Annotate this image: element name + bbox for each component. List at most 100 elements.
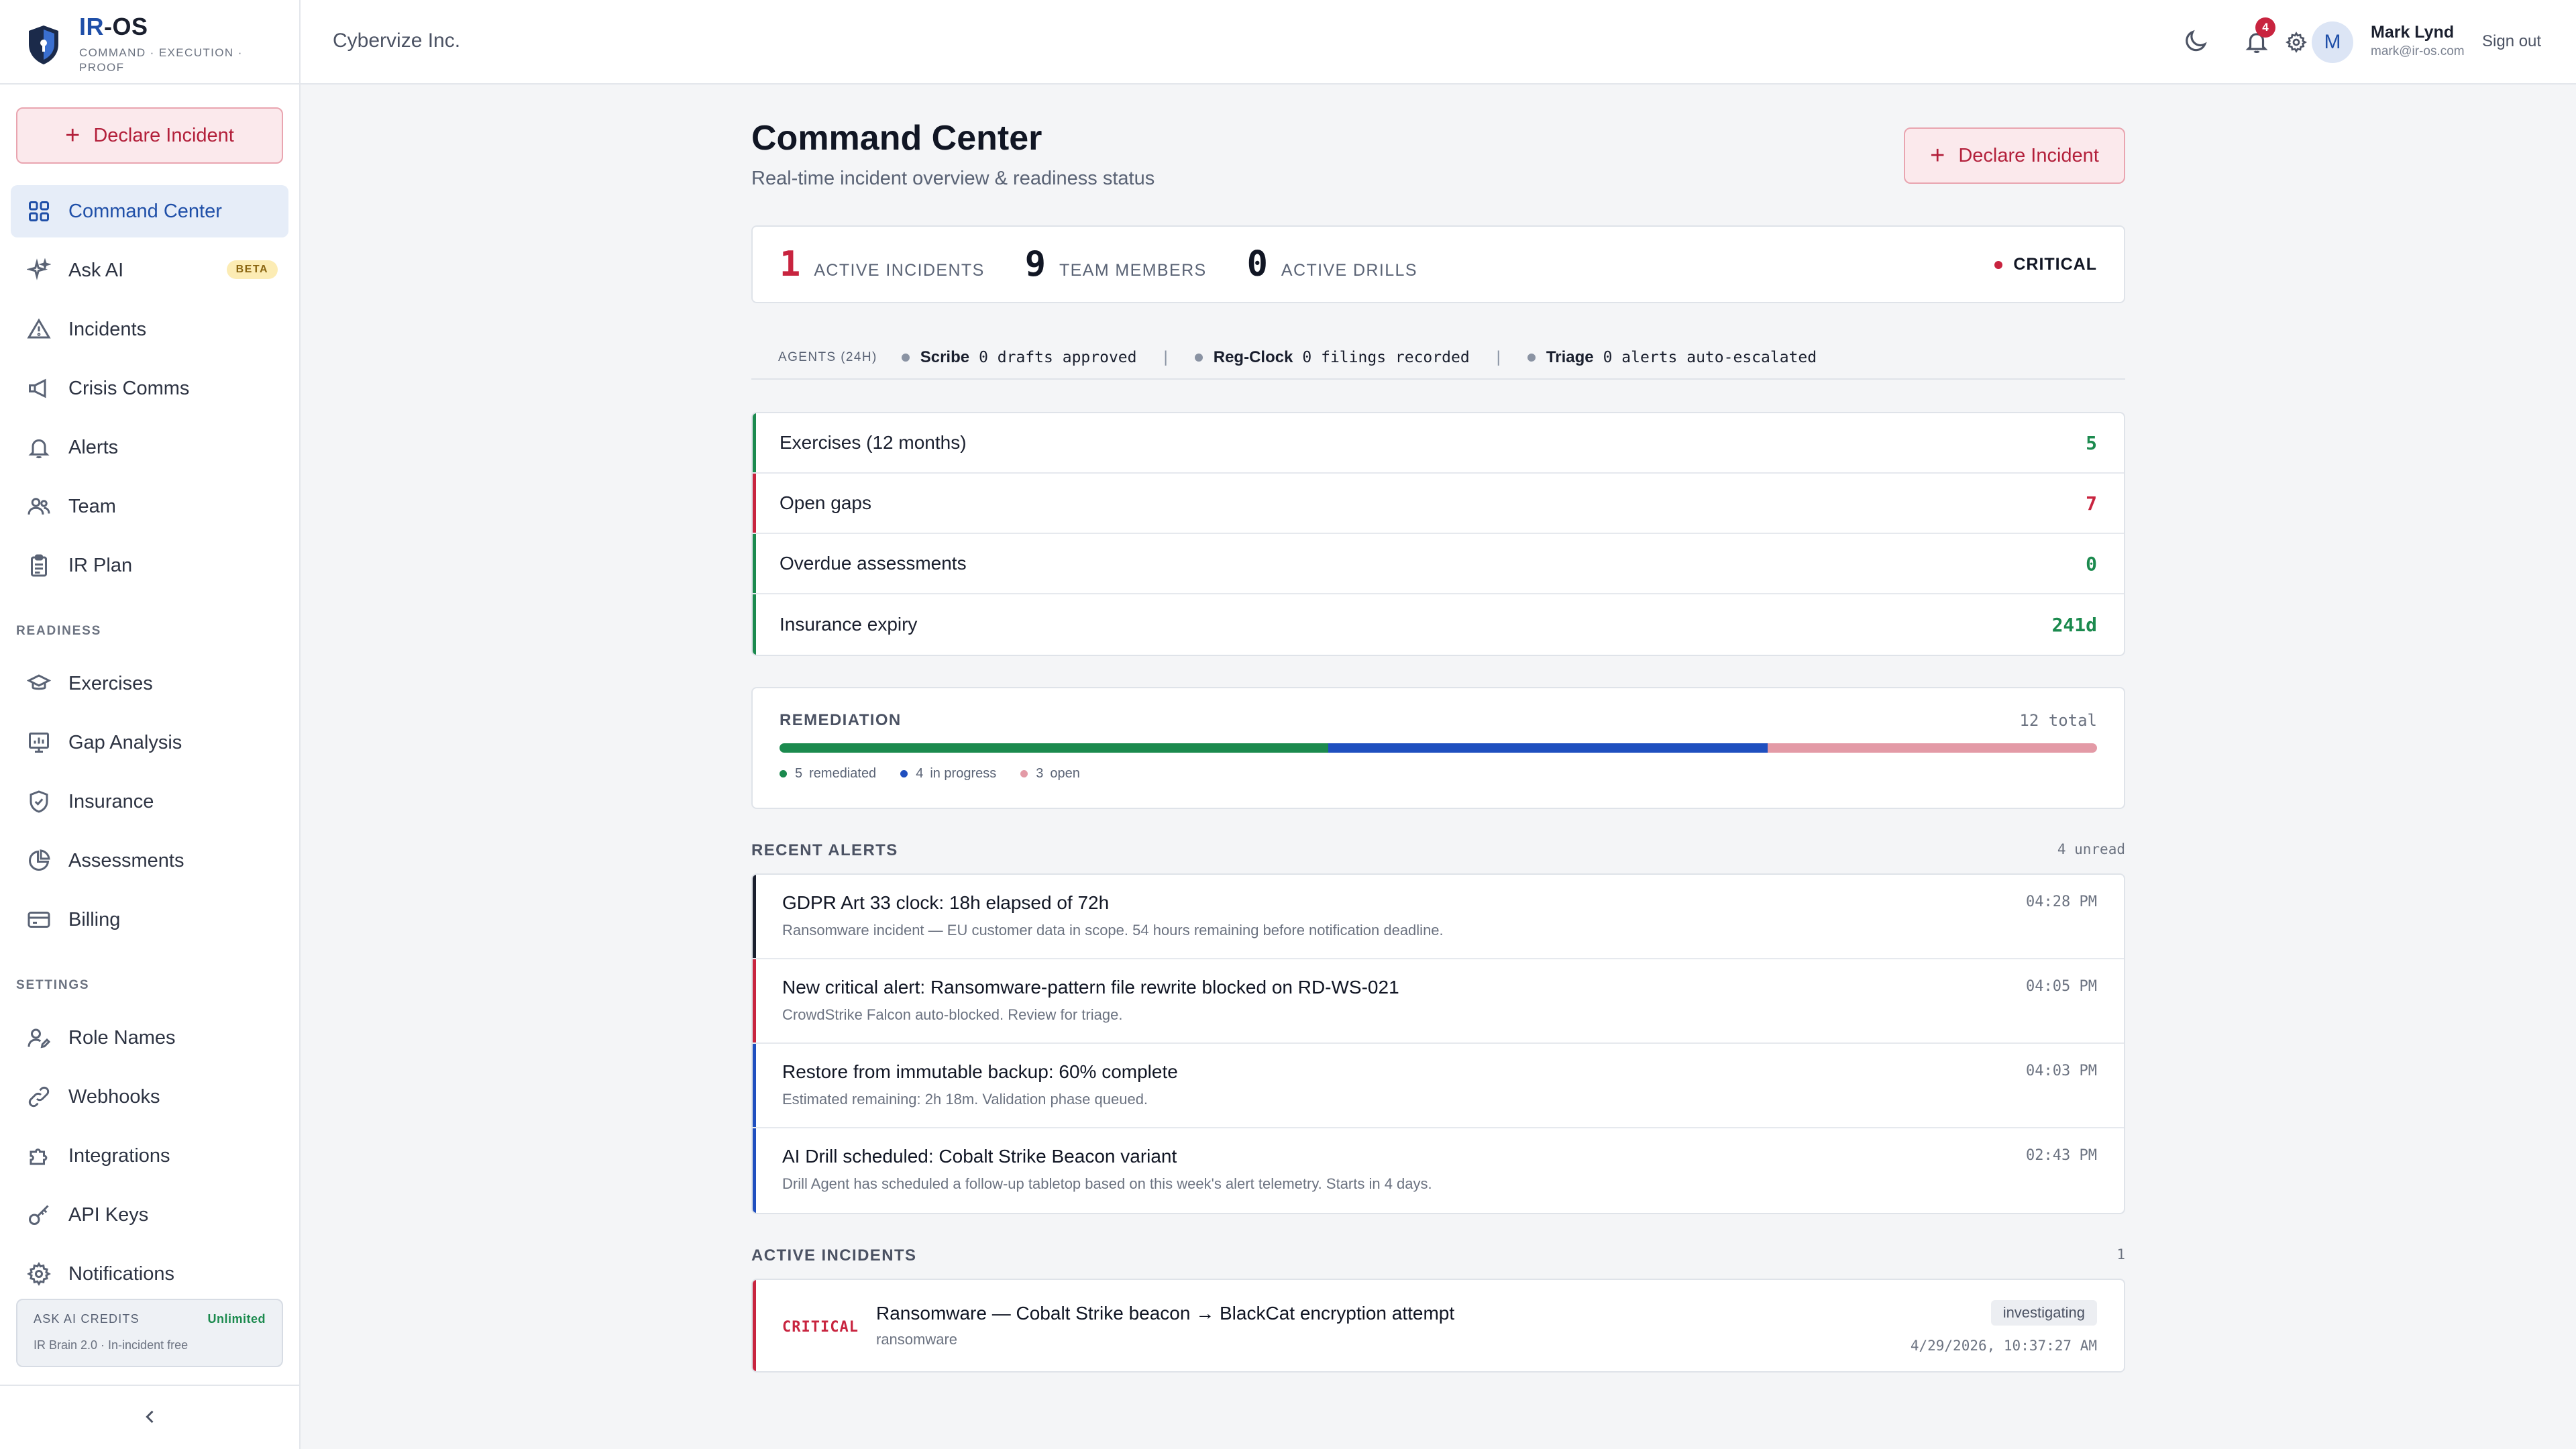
ai-credits-card: ASK AI CREDITS Unlimited IR Brain 2.0 · … xyxy=(16,1299,283,1367)
remediation-segment-remediated xyxy=(780,743,1329,753)
nav-assessments[interactable]: Assessments xyxy=(11,835,288,887)
metric-row[interactable]: Open gaps 7 xyxy=(753,474,2124,534)
bell-icon xyxy=(27,435,51,460)
agent-scribe: Scribe 0 drafts approved xyxy=(901,348,1137,367)
nav-incidents[interactable]: Incidents xyxy=(11,303,288,356)
nav-webhooks[interactable]: Webhooks xyxy=(11,1071,288,1123)
nav-role-names[interactable]: Role Names xyxy=(11,1012,288,1064)
remediation-title: REMEDIATION xyxy=(780,711,902,729)
remediation-total: 12 total xyxy=(2019,711,2097,730)
alert-item[interactable]: AI Drill scheduled: Cobalt Strike Beacon… xyxy=(753,1128,2124,1213)
stat-active-drills[interactable]: 0 ACTIVE DRILLS xyxy=(1247,244,1417,284)
legend-remediated: 5 remediated xyxy=(780,766,876,782)
stat-team-members[interactable]: 9 TEAM MEMBERS xyxy=(1025,244,1207,284)
plus-icon: + xyxy=(1930,142,1945,170)
nav-billing[interactable]: Billing xyxy=(11,894,288,946)
agents-label: AGENTS (24H) xyxy=(778,350,877,364)
nav-gap-analysis[interactable]: Gap Analysis xyxy=(11,716,288,769)
shield-check-icon xyxy=(27,790,51,814)
declare-incident-sidebar-button[interactable]: + Declare Incident xyxy=(16,107,283,164)
nav-ask-ai[interactable]: Ask AI BETA xyxy=(11,244,288,297)
agent-reg-clock: Reg-Clock 0 filings recorded xyxy=(1194,348,1470,367)
nav-exercises[interactable]: Exercises xyxy=(11,657,288,710)
readiness-section-label: READINESS xyxy=(16,624,102,638)
collapse-sidebar-button[interactable] xyxy=(137,1403,164,1430)
remediation-progress-bar xyxy=(780,743,2097,753)
incident-accent xyxy=(753,1280,756,1371)
notifications-button[interactable]: 4 xyxy=(2242,17,2275,56)
agents-strip: AGENTS (24H) Scribe 0 drafts approved | … xyxy=(751,337,2125,380)
status-badge: investigating xyxy=(1990,1300,2097,1326)
page-subtitle: Real-time incident overview & readiness … xyxy=(751,168,1155,189)
settings-button[interactable] xyxy=(2284,30,2309,55)
graduation-cap-icon xyxy=(27,672,51,696)
nav-team[interactable]: Team xyxy=(11,480,288,533)
users-icon xyxy=(27,494,51,519)
sidebar: IR-OS COMMAND · EXECUTION · PROOF + Decl… xyxy=(0,0,301,1449)
org-name: Cybervize Inc. xyxy=(333,30,461,52)
remediation-legend: 5 remediated 4 in progress 3 open xyxy=(780,766,1104,782)
declare-incident-button[interactable]: + Declare Incident xyxy=(1904,127,2125,184)
user-email: mark@ir-os.com xyxy=(2371,44,2465,58)
grid-icon xyxy=(27,199,51,223)
alert-item[interactable]: New critical alert: Ransomware-pattern f… xyxy=(753,959,2124,1044)
incident-timestamp: 4/29/2026, 10:37:27 AM xyxy=(1910,1338,2097,1354)
status-dot-icon xyxy=(1994,260,2003,269)
credit-card-icon xyxy=(27,908,51,932)
metric-row[interactable]: Exercises (12 months) 5 xyxy=(753,413,2124,474)
alert-item[interactable]: GDPR Art 33 clock: 18h elapsed of 72h Ra… xyxy=(753,875,2124,959)
alert-accent xyxy=(753,875,756,958)
pie-chart-icon xyxy=(27,849,51,873)
agent-dot-icon xyxy=(901,354,910,362)
nav-alerts[interactable]: Alerts xyxy=(11,421,288,474)
credits-value: Unlimited xyxy=(207,1312,266,1326)
megaphone-icon xyxy=(27,376,51,400)
avatar[interactable]: M xyxy=(2312,21,2353,63)
stats-bar: 1 ACTIVE INCIDENTS 9 TEAM MEMBERS 0 ACTI… xyxy=(751,225,2125,303)
metric-row[interactable]: Insurance expiry 241d xyxy=(753,594,2124,655)
sparkle-icon xyxy=(27,258,51,282)
brand[interactable]: IR-OS COMMAND · EXECUTION · PROOF xyxy=(27,12,280,79)
separator: | xyxy=(1163,348,1168,366)
metric-accent xyxy=(753,534,756,593)
nav-api-keys[interactable]: API Keys xyxy=(11,1189,288,1241)
incident-type: ransomware xyxy=(876,1331,958,1348)
credits-label: ASK AI CREDITS xyxy=(34,1312,140,1326)
stat-active-incidents[interactable]: 1 ACTIVE INCIDENTS xyxy=(780,244,985,284)
active-incidents-header: ACTIVE INCIDENTS 1 xyxy=(751,1246,2125,1265)
link-icon xyxy=(27,1085,51,1109)
nav-notifications[interactable]: Notifications xyxy=(11,1248,288,1300)
incident-count: 1 xyxy=(2116,1246,2125,1263)
remediation-segment-in-progress xyxy=(1328,743,1768,753)
notification-count-badge: 4 xyxy=(2255,17,2275,38)
alert-item[interactable]: Restore from immutable backup: 60% compl… xyxy=(753,1044,2124,1128)
alert-accent xyxy=(753,959,756,1042)
nav-crisis-comms[interactable]: Crisis Comms xyxy=(11,362,288,415)
recent-alerts-header: RECENT ALERTS 4 unread xyxy=(751,841,2125,860)
stat-value: 0 xyxy=(1246,244,1268,284)
agent-triage: Triage 0 alerts auto-escalated xyxy=(1527,348,1817,367)
theme-toggle-button[interactable] xyxy=(2182,27,2211,56)
separator: | xyxy=(1496,348,1501,366)
alert-accent xyxy=(753,1044,756,1127)
sign-out-link[interactable]: Sign out xyxy=(2482,32,2541,51)
chevron-left-icon xyxy=(146,1410,154,1424)
agent-dot-icon xyxy=(1527,354,1536,362)
credits-subtext: IR Brain 2.0 · In-incident free xyxy=(34,1338,189,1352)
stat-value: 9 xyxy=(1024,244,1046,284)
nav-integrations[interactable]: Integrations xyxy=(11,1130,288,1182)
clipboard-icon xyxy=(27,553,51,578)
stat-label: ACTIVE DRILLS xyxy=(1281,261,1417,280)
topbar: Cybervize Inc. 4 M Mark Lynd mark@ir-os.… xyxy=(301,0,2576,85)
metric-row[interactable]: Overdue assessments 0 xyxy=(753,534,2124,594)
stat-label: TEAM MEMBERS xyxy=(1059,261,1207,280)
stat-value: 1 xyxy=(780,244,801,284)
nav-ir-plan[interactable]: IR Plan xyxy=(11,539,288,592)
legend-dot-icon xyxy=(900,770,908,777)
agent-dot-icon xyxy=(1194,354,1203,362)
incident-row[interactable]: CRITICAL Ransomware — Cobalt Strike beac… xyxy=(751,1279,2125,1373)
gear-icon xyxy=(2286,32,2307,53)
nav-insurance[interactable]: Insurance xyxy=(11,775,288,828)
legend-dot-icon xyxy=(780,770,787,777)
nav-command-center[interactable]: Command Center xyxy=(11,185,288,237)
